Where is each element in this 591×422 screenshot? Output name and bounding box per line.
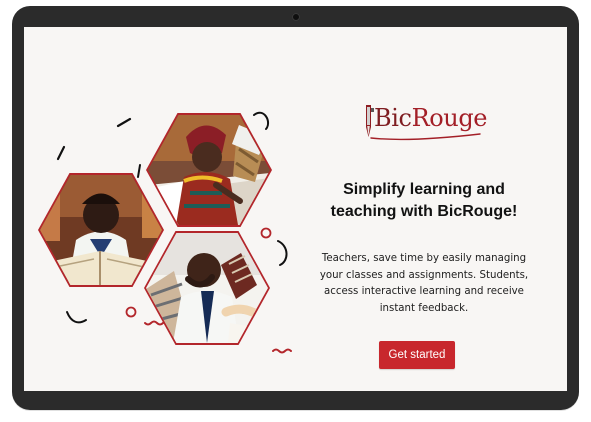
brand-name-rouge: Rouge [411,104,488,132]
brand-underline-icon [370,133,481,141]
get-started-button[interactable]: Get started [379,341,455,369]
brand-wordmark: BicRouge [374,104,488,132]
welcome-screen: BicRouge Simplify learning and teaching … [24,27,567,391]
welcome-headline: Simplify learning and teaching with BicR… [330,181,518,220]
front-camera-icon [292,13,300,21]
bicrouge-logo: BicRouge [361,103,488,147]
tablet-device-frame: BicRouge Simplify learning and teaching … [12,6,579,410]
welcome-description: Teachers, save time by easily managing y… [319,253,529,314]
brand-name-bic: Bic [374,104,412,132]
hero-photo-collage [34,77,292,354]
